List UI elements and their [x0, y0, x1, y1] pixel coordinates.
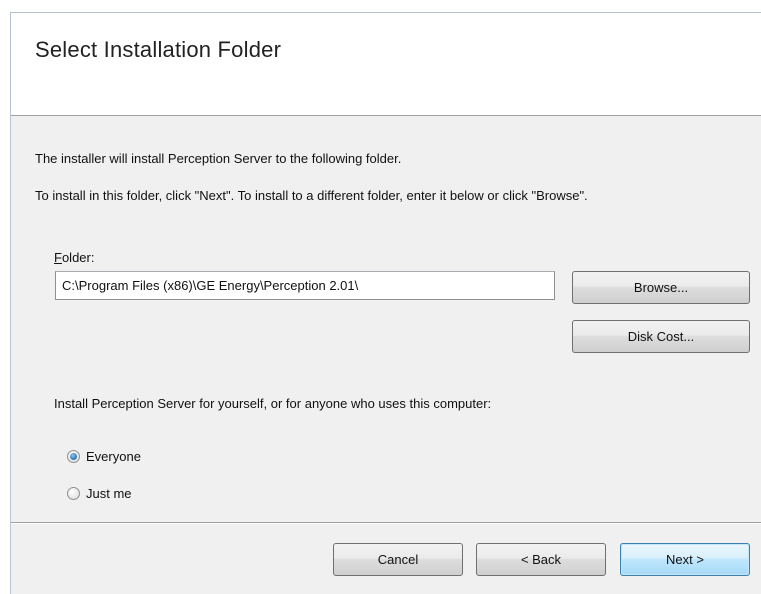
back-button[interactable]: < Back — [476, 543, 606, 576]
browse-button[interactable]: Browse... — [572, 271, 750, 304]
folder-label-text: older: — [61, 250, 95, 265]
radio-unselected-icon[interactable] — [67, 486, 80, 500]
radio-everyone-label: Everyone — [86, 448, 141, 464]
footer-separator — [11, 522, 761, 524]
radio-just-me[interactable]: Just me — [67, 484, 132, 502]
radio-selected-icon[interactable] — [67, 449, 80, 463]
folder-label: Folder: — [54, 250, 94, 265]
radio-everyone[interactable]: Everyone — [67, 447, 141, 465]
radio-just-me-label: Just me — [86, 485, 132, 501]
folder-label-accelerator: F — [54, 250, 62, 265]
folder-path-input[interactable] — [55, 271, 555, 300]
header-banner: Select Installation Folder — [11, 13, 761, 116]
disk-cost-button[interactable]: Disk Cost... — [572, 320, 750, 353]
cancel-button[interactable]: Cancel — [333, 543, 463, 576]
next-button[interactable]: Next > — [620, 543, 750, 576]
install-for-text: Install Perception Server for yourself, … — [54, 396, 492, 411]
page-title: Select Installation Folder — [35, 37, 282, 62]
instruction-text: To install in this folder, click "Next".… — [35, 188, 588, 203]
intro-text: The installer will install Perception Se… — [35, 151, 402, 166]
installer-dialog: Select Installation Folder The installer… — [10, 12, 761, 594]
